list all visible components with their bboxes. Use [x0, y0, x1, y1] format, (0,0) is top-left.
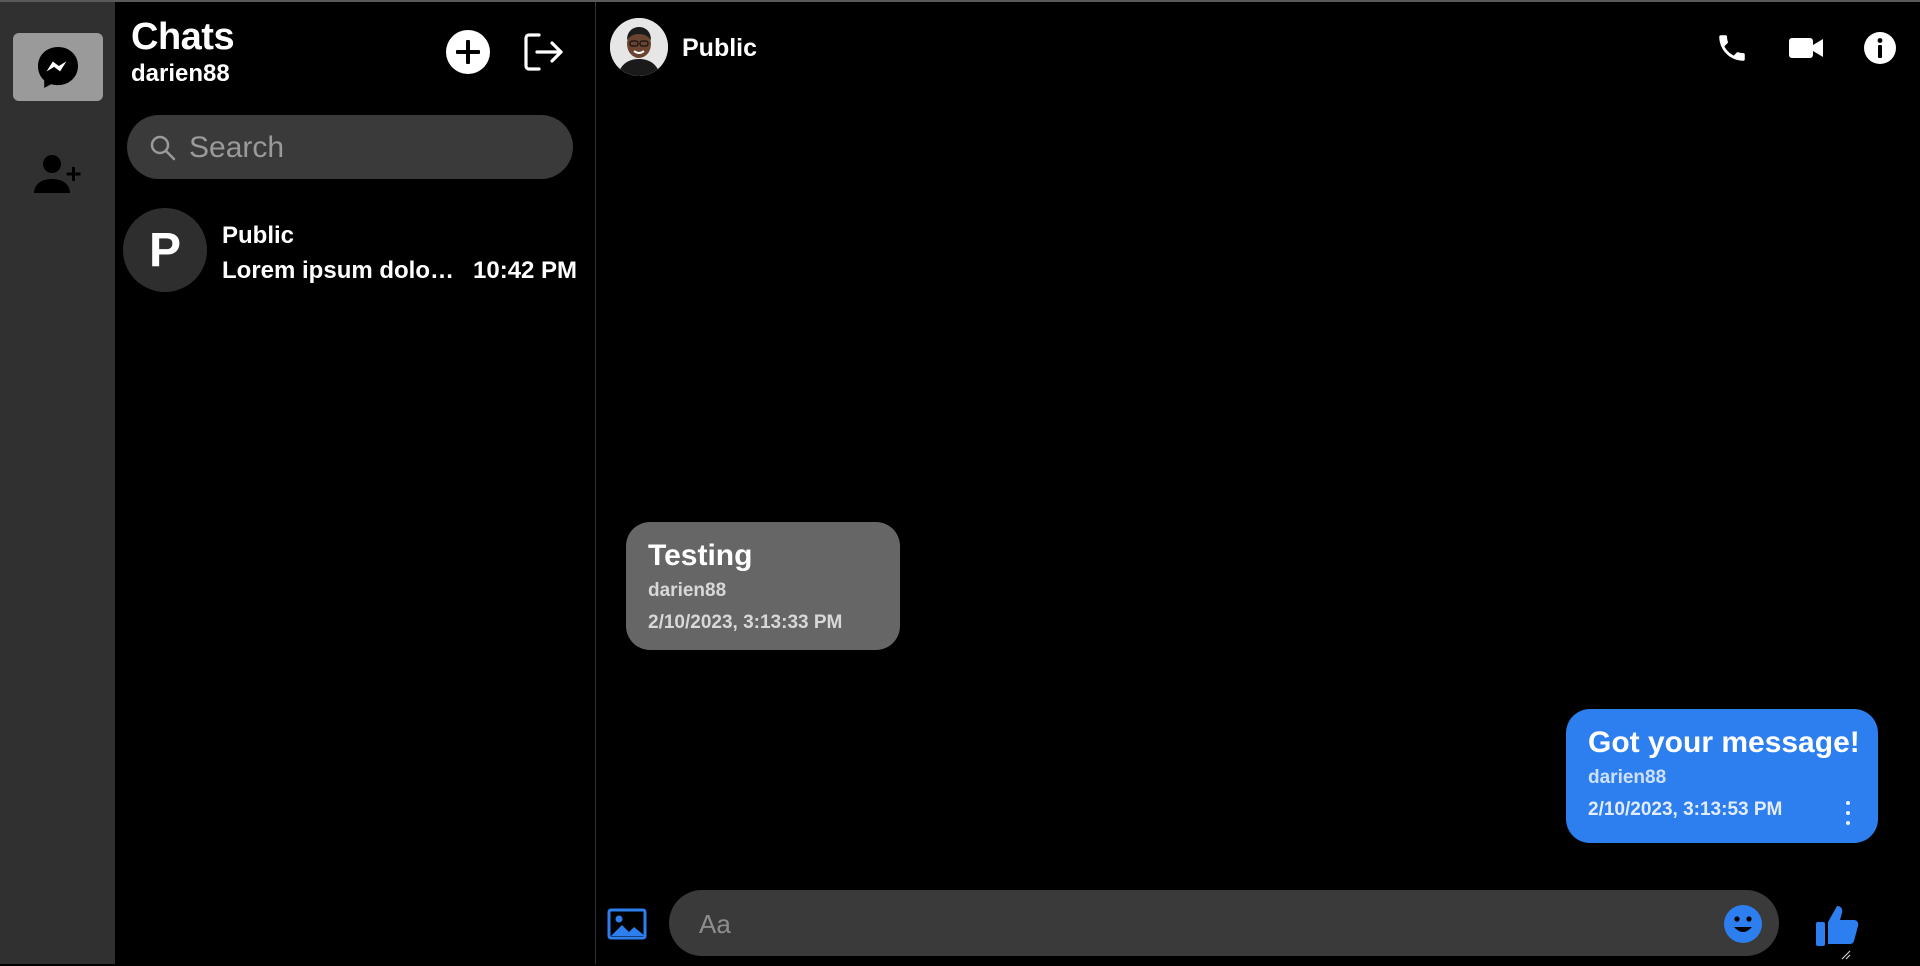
video-icon: [1789, 38, 1823, 58]
profile-photo: [610, 18, 668, 76]
message-bubble-incoming: Testing darien88 2/10/2023, 3:13:33 PM: [626, 522, 900, 650]
search-box[interactable]: [127, 115, 573, 181]
logout-icon: [524, 33, 563, 71]
like-button[interactable]: [1814, 902, 1862, 950]
rail-chats-button[interactable]: [13, 33, 103, 101]
video-call-button[interactable]: [1784, 26, 1828, 70]
message-input[interactable]: [697, 890, 1701, 958]
message-options-button[interactable]: [1840, 801, 1856, 825]
message-input-box[interactable]: [669, 890, 1851, 960]
phone-icon: [1719, 35, 1745, 61]
nav-rail: [0, 2, 115, 964]
current-username: darien88: [131, 60, 230, 87]
message-author: darien88: [648, 580, 727, 601]
search-icon: [150, 135, 176, 161]
conversation-avatar: P: [123, 208, 207, 292]
message-text: Testing: [648, 539, 753, 572]
conversation-time: 10:42 PM: [473, 257, 578, 284]
add-user-icon: [34, 155, 81, 193]
message-bubble-outgoing: Got your message! darien88 2/10/2023, 3:…: [1566, 709, 1878, 843]
logout-button[interactable]: [519, 28, 567, 76]
messenger-icon: [38, 47, 78, 88]
new-chat-button[interactable]: [444, 28, 492, 76]
chats-title: Chats: [131, 16, 235, 58]
plus-circle-icon: [446, 30, 490, 74]
message-composer: [596, 882, 1920, 966]
smiley-icon: [1724, 905, 1762, 943]
image-icon: [607, 908, 647, 940]
emoji-button[interactable]: [1723, 904, 1763, 944]
more-dots-icon: [1846, 801, 1850, 805]
conversation-preview: Lorem ipsum dolor sit amet: [222, 257, 462, 284]
conversation-name: Public: [222, 222, 295, 249]
message-author: darien88: [1588, 767, 1667, 788]
chat-panel: Public Testing darien88 2/10/2023, 3:13:…: [596, 2, 1920, 964]
message-timestamp: 2/10/2023, 3:13:53 PM: [1588, 799, 1783, 820]
rail-add-friend-button[interactable]: [13, 140, 103, 208]
chat-list-panel: Chats darien88 P Public Lorem ipsum dolo…: [115, 2, 596, 964]
chat-title: Public: [682, 34, 758, 62]
message-timestamp: 2/10/2023, 3:13:33 PM: [648, 612, 843, 633]
search-input[interactable]: [187, 115, 561, 181]
info-icon: [1864, 32, 1896, 64]
conversation-item[interactable]: P Public Lorem ipsum dolor sit amet 10:4…: [115, 202, 595, 298]
info-button[interactable]: [1858, 26, 1902, 70]
message-text: Got your message!: [1588, 726, 1860, 759]
attach-image-button[interactable]: [607, 908, 647, 948]
chat-avatar[interactable]: [610, 18, 668, 76]
call-button[interactable]: [1710, 26, 1754, 70]
thumbs-up-icon: [1816, 906, 1859, 946]
